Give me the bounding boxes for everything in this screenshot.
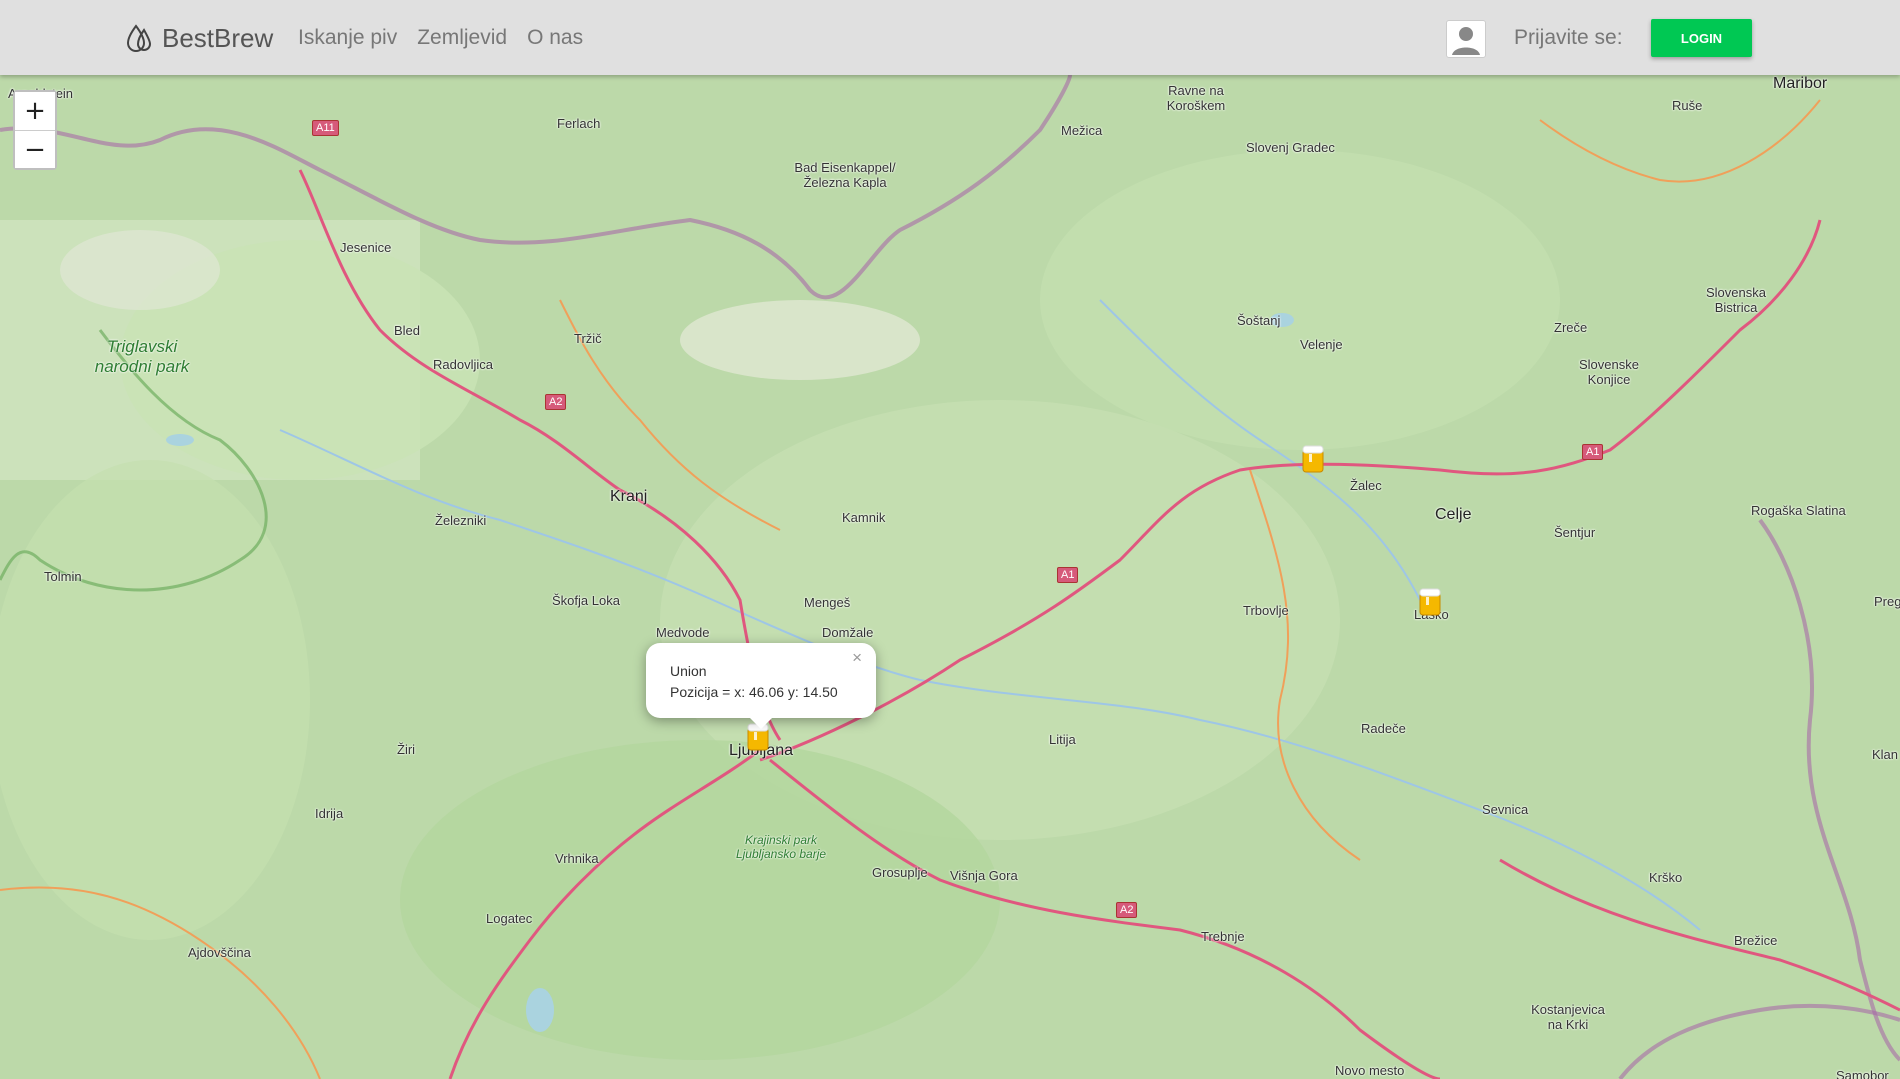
marker-popup: Union Pozicija = x: 46.06 y: 14.50 × bbox=[646, 643, 876, 729]
zoom-out-button[interactable]: − bbox=[15, 130, 55, 168]
map-tiles bbox=[0, 75, 1900, 1079]
map-label-tolmin: Tolmin bbox=[44, 569, 82, 584]
map-label-mezica: Mežica bbox=[1061, 123, 1103, 138]
road-shield-a11: A11 bbox=[312, 120, 339, 136]
map-label-jesenice: Jesenice bbox=[340, 240, 392, 255]
road-shield-a2-north: A2 bbox=[545, 394, 567, 410]
map-label-ravne: Ravne na Koroškem bbox=[1166, 83, 1226, 113]
user-avatar-icon[interactable] bbox=[1446, 20, 1486, 58]
map-label-kamnik: Kamnik bbox=[842, 510, 886, 525]
map-label-maribor: Maribor bbox=[1773, 75, 1828, 92]
map-label-preg: Preg bbox=[1874, 594, 1900, 609]
map-label-rogaska-slatina: Rogaška Slatina bbox=[1751, 503, 1846, 518]
navbar: BestBrew Iskanje piv Zemljevid O nas Pri… bbox=[0, 0, 1900, 75]
map-label-radece: Radeče bbox=[1361, 721, 1406, 736]
beer-marker-icon[interactable] bbox=[1416, 585, 1444, 617]
map-label-bad-eisenkappel: Bad Eisenkappel/ Železna Kapla bbox=[794, 160, 896, 190]
road-shield-a1-mid: A1 bbox=[1057, 567, 1079, 583]
map-label-sevnica: Sevnica bbox=[1482, 802, 1529, 817]
map-label-ajdovscina: Ajdovščina bbox=[188, 945, 251, 960]
map-label-celje: Celje bbox=[1435, 506, 1472, 523]
map-label-triglav-park: Triglavski narodni park bbox=[94, 337, 190, 376]
popup-position: Pozicija = x: 46.06 y: 14.50 bbox=[670, 684, 838, 700]
logo-drops-icon bbox=[126, 24, 152, 52]
map-label-klan: Klan bbox=[1872, 747, 1899, 762]
map-label-slovenska-bistrica: Slovenska Bistrica bbox=[1706, 285, 1766, 315]
map-label-vrhnika: Vrhnika bbox=[555, 851, 599, 866]
map-label-litija: Litija bbox=[1049, 732, 1076, 747]
map-label-zrece: Zreče bbox=[1554, 320, 1588, 335]
map-label-ruse: Ruše bbox=[1672, 98, 1703, 113]
map-label-medvode: Medvode bbox=[656, 625, 710, 640]
road-shield-a1-east: A1 bbox=[1582, 444, 1604, 460]
map-label-slovenske-konjice: Slovenske Konjice bbox=[1579, 357, 1639, 387]
map-label-zelezniki: Železniki bbox=[435, 513, 487, 528]
map-label-sostanj: Šoštanj bbox=[1237, 313, 1281, 328]
zoom-control: + − bbox=[13, 90, 57, 170]
zoom-in-button[interactable]: + bbox=[15, 92, 55, 130]
road-shield-a2-south: A2 bbox=[1116, 902, 1138, 918]
map-label-logatec: Logatec bbox=[486, 911, 533, 926]
map-label-domzale: Domžale bbox=[822, 625, 874, 640]
map-label-novo-mesto: Novo mesto bbox=[1335, 1063, 1405, 1078]
map-canvas[interactable]: Ljubljana Kranj Celje Maribor Jesenice B… bbox=[0, 75, 1900, 1079]
map-label-grosuplje: Grosuplje bbox=[872, 865, 928, 880]
map-label-sentjur: Šentjur bbox=[1554, 525, 1596, 540]
login-button[interactable]: LOGIN bbox=[1651, 19, 1752, 57]
popup-close-button[interactable]: × bbox=[846, 647, 868, 669]
map-label-visnja-gora: Višnja Gora bbox=[950, 868, 1018, 883]
map-label-trzic: Tržič bbox=[574, 331, 602, 346]
map-label-krsko: Krško bbox=[1649, 870, 1683, 885]
map-label-idrija: Idrija bbox=[315, 806, 344, 821]
beer-marker-icon[interactable] bbox=[1299, 442, 1327, 474]
login-label: Prijavite se: bbox=[1514, 26, 1623, 49]
nav-link-map[interactable]: Zemljevid bbox=[417, 26, 507, 50]
map-label-trbovlje: Trbovlje bbox=[1243, 603, 1289, 618]
map-label-krajinski-park: Krajinski park Ljubljansko barje bbox=[735, 833, 827, 861]
brand[interactable]: BestBrew bbox=[124, 22, 273, 54]
map-label-trebnje: Trebnje bbox=[1201, 929, 1245, 944]
map-label-ferlach: Ferlach bbox=[557, 116, 601, 131]
map-label-kostanjevica: Kostanjevica na Krki bbox=[1531, 1002, 1605, 1032]
nav-links: Iskanje piv Zemljevid O nas bbox=[298, 26, 583, 50]
map-label-menges: Mengeš bbox=[804, 595, 851, 610]
map-label-velenje: Velenje bbox=[1300, 337, 1343, 352]
map-label-zalec: Žalec bbox=[1350, 478, 1382, 493]
map-label-brezice: Brežice bbox=[1734, 933, 1778, 948]
map-label-skofja-loka: Škofja Loka bbox=[552, 593, 620, 608]
popup-title: Union bbox=[670, 663, 707, 679]
map-label-samobor: Samobor bbox=[1836, 1068, 1889, 1079]
map-label-slovenj-gradec: Slovenj Gradec bbox=[1246, 140, 1335, 155]
brand-name: BestBrew bbox=[162, 22, 274, 53]
nav-link-about[interactable]: O nas bbox=[527, 26, 583, 50]
map-label-ziri: Žiri bbox=[397, 742, 416, 757]
nav-link-search-beers[interactable]: Iskanje piv bbox=[298, 26, 397, 50]
map-label-radovljica: Radovljica bbox=[433, 357, 493, 372]
map-label-kranj: Kranj bbox=[610, 488, 648, 505]
map-label-bled: Bled bbox=[394, 323, 421, 338]
